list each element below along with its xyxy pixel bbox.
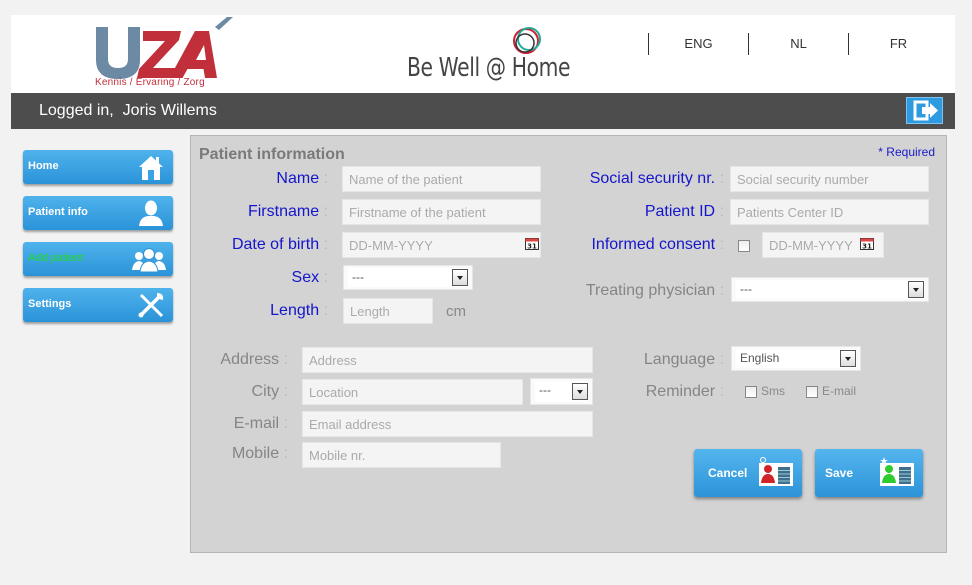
firstname-label: Firstname : (247, 203, 328, 220)
address-input[interactable] (302, 347, 593, 373)
patient-id-input[interactable] (730, 199, 929, 225)
social-security-label: Social security nr. : (589, 170, 724, 187)
patient-info-panel: Patient information * Required Name : Fi… (190, 135, 947, 553)
social-security-input[interactable] (730, 166, 929, 192)
language-label: Language : (643, 351, 724, 368)
app-header: Kennis / Ervaring / Zorg Be Well @ Home … (11, 15, 955, 93)
cancel-user-card-icon (759, 457, 793, 486)
svg-text:31: 31 (862, 243, 872, 251)
length-input[interactable] (343, 298, 433, 324)
chevron-down-icon (908, 281, 924, 298)
informed-consent-checkbox[interactable] (738, 240, 750, 252)
save-button[interactable]: Save (815, 449, 923, 497)
reminder-sms-checkbox[interactable] (745, 386, 757, 398)
date-of-birth-input[interactable] (342, 232, 541, 258)
sex-select[interactable]: --- (343, 265, 473, 290)
cancel-button-label: Cancel (708, 466, 748, 480)
user-icon (139, 200, 163, 226)
reminder-sms-label: Sms (761, 384, 785, 398)
address-label: Address : (220, 351, 288, 368)
language-select-value: English (736, 349, 856, 368)
email-input[interactable] (302, 411, 593, 437)
sex-select-value: --- (348, 268, 468, 287)
treating-physician-select[interactable]: --- (731, 277, 929, 302)
name-input[interactable] (342, 166, 541, 192)
save-user-card-icon (880, 457, 914, 486)
cancel-button[interactable]: Cancel (694, 449, 802, 497)
sidebar-item-label: Home (28, 160, 59, 172)
city-label: City : (251, 383, 288, 400)
reminder-label: Reminder : (645, 383, 724, 400)
user-bar: Logged in, Joris Willems (11, 93, 955, 129)
language-fr[interactable]: FR (848, 33, 948, 55)
informed-consent-label: Informed consent : (591, 236, 724, 253)
date-of-birth-label: Date of birth : (231, 236, 328, 253)
city-select[interactable]: --- (530, 378, 593, 405)
calendar-icon[interactable]: 31 (860, 236, 874, 250)
panel-title: Patient information (199, 146, 345, 163)
tools-icon (138, 293, 164, 318)
language-eng[interactable]: ENG (648, 33, 748, 55)
logout-button[interactable] (906, 97, 943, 124)
name-label: Name : (276, 170, 328, 187)
app-logo-text: Be Well @ Home (407, 53, 571, 83)
length-unit: cm (446, 303, 466, 320)
patient-id-label: Patient ID : (644, 203, 724, 220)
reminder-email-checkbox[interactable] (806, 386, 818, 398)
language-nl[interactable]: NL (748, 33, 848, 55)
email-label: E-mail : (233, 415, 288, 432)
logged-in-text: Logged in, Joris Willems (39, 102, 217, 119)
firstname-input[interactable] (342, 199, 541, 225)
chevron-down-icon (452, 269, 468, 286)
treating-physician-value: --- (736, 280, 924, 299)
sidebar-item-settings[interactable]: Settings (23, 288, 173, 322)
chevron-down-icon (840, 350, 856, 367)
svg-text:31: 31 (527, 243, 537, 251)
sex-label: Sex : (291, 269, 328, 286)
sidebar-item-label: Add patient (28, 252, 84, 264)
logout-icon (913, 100, 938, 121)
required-note: * Required (878, 145, 935, 159)
sidebar-item-home[interactable]: Home (23, 150, 173, 184)
sidebar-item-label: Patient info (28, 206, 88, 218)
mobile-input[interactable] (302, 442, 501, 468)
language-select[interactable]: English (731, 346, 861, 371)
save-button-label: Save (825, 466, 854, 480)
sidebar-item-add-patient[interactable]: Add patient (23, 242, 173, 276)
calendar-icon[interactable]: 31 (525, 236, 539, 250)
length-label: Length : (270, 302, 328, 319)
treating-physician-label: Treating physician : (585, 282, 724, 299)
users-icon (132, 248, 166, 273)
uza-tagline: Kennis / Ervaring / Zorg (95, 77, 205, 88)
chevron-down-icon (572, 383, 588, 400)
sidebar-item-label: Settings (28, 298, 72, 310)
reminder-email-label: E-mail (822, 384, 857, 398)
mobile-label: Mobile : (231, 445, 288, 462)
sidebar-item-patient-info[interactable]: Patient info (23, 196, 173, 230)
home-icon (139, 156, 163, 180)
city-input[interactable] (302, 379, 523, 405)
